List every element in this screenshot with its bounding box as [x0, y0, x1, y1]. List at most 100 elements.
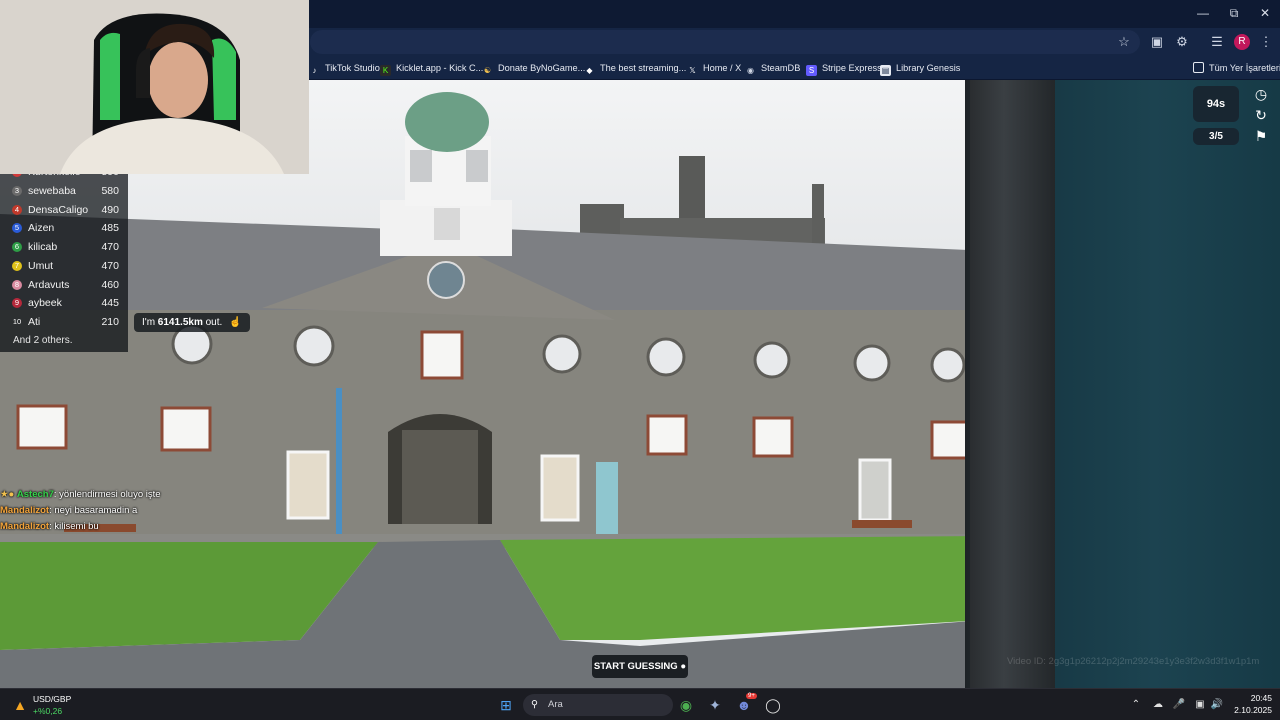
- chat-username: Astech7: [16, 489, 54, 500]
- player-name: aybeek: [28, 297, 62, 309]
- volume-icon[interactable]: 🔊: [1210, 698, 1224, 712]
- player-name: Ati: [28, 316, 41, 328]
- player-score: 460: [101, 279, 119, 291]
- bookmark-x[interactable]: 𝕏 Home / X: [687, 61, 741, 75]
- clock-face: [427, 261, 465, 299]
- player-score: 445: [101, 297, 119, 309]
- rank-badge: 8: [12, 280, 22, 290]
- translate-icon[interactable]: ▣: [1149, 34, 1165, 50]
- chrome-icon[interactable]: ◉: [676, 695, 696, 715]
- leaderboard: 2 Kurtonkelle 590 3 sewebaba 580 4 Densa…: [0, 166, 128, 352]
- leaderboard-row: 3 sewebaba 580: [0, 182, 128, 200]
- chat-message: Mandalizot: neyi basaramadin a: [0, 505, 138, 516]
- widget-value: +%0,26: [33, 706, 63, 716]
- chat-text: yönlendirmesi oluyo işte: [59, 489, 161, 500]
- clock-time[interactable]: 20:45: [1232, 693, 1272, 703]
- leaderboard-row: 4 DensaCaligo 490: [0, 201, 128, 219]
- rank-badge: 3: [12, 186, 22, 196]
- bookmark-streaming[interactable]: ◆ The best streaming...: [584, 61, 686, 75]
- rank-badge: 9: [12, 298, 22, 308]
- bookmark-star-icon[interactable]: ☆: [1116, 34, 1132, 50]
- distance-value: 6141.5km: [157, 317, 203, 328]
- leaderboard-row: 7 Umut 470: [0, 257, 128, 275]
- bookmark-bynogame[interactable]: ☯ Donate ByNoGame...: [482, 61, 585, 75]
- video-id: Video ID: 2g3g1p26212p2j2m29243e1y3e3f2w…: [1007, 656, 1260, 667]
- steamdb-icon: ◉: [747, 66, 754, 75]
- bookmark-label: SteamDB: [761, 63, 801, 73]
- windows-start-icon[interactable]: ⊞: [496, 695, 516, 715]
- player-name: Umut: [28, 260, 54, 272]
- player-name: sewebaba: [28, 185, 76, 197]
- rank-badge: 6: [12, 242, 22, 252]
- leaderboard-row: 8 Ardavuts 460: [0, 276, 128, 294]
- all-bookmarks-label: Tüm Yer İşaretleri: [1209, 63, 1280, 73]
- chat-text: kilisemi bu: [54, 521, 99, 532]
- rank-badge: 7: [12, 261, 22, 271]
- close-window-icon[interactable]: ✕: [1258, 6, 1272, 20]
- taskbar-search[interactable]: ⚲ Ara: [523, 694, 673, 716]
- chat-message: ★● Astech7: yönlendirmesi oluyo işte: [0, 489, 161, 500]
- onedrive-icon[interactable]: ☁: [1151, 698, 1165, 712]
- address-bar[interactable]: [310, 30, 1140, 54]
- chat-message: Mandalizot: kilisemi bu: [0, 521, 99, 532]
- search-icon: ⚲: [531, 699, 538, 710]
- bookmark-label: Kicklet.app - Kick C...: [396, 63, 484, 73]
- obs-icon[interactable]: ◯: [763, 695, 783, 715]
- blue-post: [336, 388, 342, 542]
- bookmark-label: The best streaming...: [600, 63, 687, 73]
- chat-text: neyi basaramadin a: [54, 505, 138, 516]
- history-icon[interactable]: ◷: [1253, 86, 1269, 102]
- player-name: Aizen: [28, 222, 55, 234]
- streamer-webcam: [0, 0, 309, 174]
- app-icon[interactable]: ✦: [705, 695, 725, 715]
- leaderboard-row: 9 aybeek 445: [0, 294, 128, 312]
- bookmark-steamdb[interactable]: ◉ SteamDB: [745, 61, 800, 75]
- restore-icon[interactable]: ⧉: [1227, 6, 1241, 20]
- pointing-hand-icon: ☝: [229, 317, 242, 328]
- blue-sign: [596, 462, 618, 536]
- player-score: 490: [101, 204, 119, 216]
- more-menu-icon[interactable]: ⋮: [1258, 34, 1274, 50]
- bookmark-tiktok[interactable]: ♪ TikTok Studio: [309, 61, 380, 75]
- media-control-icon[interactable]: ☰: [1209, 34, 1225, 50]
- profile-avatar[interactable]: R: [1234, 34, 1250, 50]
- distance-toast: I'm 6141.5km out. ☝: [134, 313, 250, 332]
- clock-date[interactable]: 2.10.2025: [1228, 705, 1272, 715]
- widget-title[interactable]: USD/GBP: [33, 694, 71, 704]
- start-guessing-button[interactable]: START GUESSING ●: [592, 655, 688, 678]
- chat-username: Mandalizot: [0, 505, 50, 516]
- map-pin-icon: ●: [680, 661, 687, 672]
- flag-icon[interactable]: ⚑: [1253, 128, 1269, 144]
- refresh-icon[interactable]: ↻: [1253, 107, 1269, 123]
- display-icon[interactable]: ▣: [1193, 698, 1207, 712]
- extensions-icon[interactable]: ⚙: [1174, 34, 1190, 50]
- leaderboard-row: 5 Aizen 485: [0, 219, 128, 237]
- bookmark-label: Stripe Express: [822, 63, 882, 73]
- currency-widget-icon[interactable]: ▲: [10, 695, 30, 715]
- right-lawn: [500, 536, 985, 640]
- webcam-overlay: [0, 0, 309, 174]
- bookmark-stripe[interactable]: S Stripe Express: [806, 61, 882, 76]
- bynogame-icon: ☯: [483, 66, 492, 75]
- bookmark-kicklet[interactable]: K Kicklet.app - Kick C...: [380, 61, 484, 76]
- microphone-icon[interactable]: 🎤: [1172, 698, 1186, 712]
- all-bookmarks-folder[interactable]: Tüm Yer İşaretleri: [1193, 61, 1280, 75]
- search-placeholder: Ara: [548, 699, 563, 710]
- player-name: Ardavuts: [28, 279, 70, 291]
- distance-suffix: out.: [202, 317, 223, 328]
- player-score: 580: [101, 185, 119, 197]
- bookmark-label: Library Genesis: [896, 63, 961, 73]
- door-frame: [970, 80, 1055, 688]
- start-guessing-label: START GUESSING: [593, 661, 678, 672]
- distance-prefix: I'm: [142, 317, 158, 328]
- rank-badge: 10: [12, 317, 22, 326]
- bookmark-label: TikTok Studio: [325, 63, 380, 73]
- round-counter: 3/5: [1193, 128, 1239, 145]
- bookmark-libgen[interactable]: ▤ Library Genesis: [880, 61, 961, 76]
- leaderboard-row: 10 Ati 210: [0, 313, 128, 331]
- minimize-icon[interactable]: —: [1196, 6, 1210, 20]
- player-score: 470: [101, 241, 119, 253]
- cupola: [380, 92, 512, 256]
- kicklet-icon: K: [380, 65, 391, 76]
- tray-overflow-icon[interactable]: ⌃: [1129, 698, 1143, 712]
